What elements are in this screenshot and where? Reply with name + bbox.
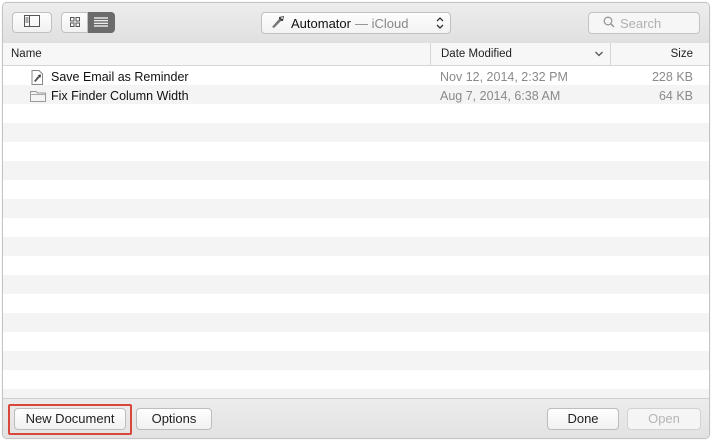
file-size: 228 KB xyxy=(651,70,693,84)
dialog-footer: New Document Options Done Open xyxy=(3,398,709,438)
search-field[interactable]: Search xyxy=(588,12,700,34)
file-name: Save Email as Reminder xyxy=(51,70,189,84)
file-name: Fix Finder Column Width xyxy=(51,89,189,103)
file-date-modified: Nov 12, 2014, 2:32 PM xyxy=(440,70,568,84)
list-view-button[interactable] xyxy=(88,12,115,33)
done-button[interactable]: Done xyxy=(547,408,619,430)
location-name: Automator xyxy=(291,15,351,31)
location-popup-button[interactable]: Automator — iCloud xyxy=(261,12,451,34)
toolbar: Automator — iCloud Search xyxy=(3,3,709,44)
open-button[interactable]: Open xyxy=(627,408,701,430)
new-document-button[interactable]: New Document xyxy=(14,408,126,430)
up-down-chevron-icon xyxy=(436,16,444,33)
column-header-date-label: Date Modified xyxy=(441,48,512,60)
file-row-save-email[interactable]: Save Email as Reminder Nov 12, 2014, 2:3… xyxy=(3,68,709,87)
search-icon xyxy=(603,16,620,31)
list-icon xyxy=(94,16,108,30)
automator-robot-icon xyxy=(270,15,286,32)
file-list: Save Email as Reminder Nov 12, 2014, 2:3… xyxy=(3,66,709,398)
grid-icon xyxy=(69,16,80,30)
column-header-size[interactable]: Size xyxy=(610,43,709,65)
view-mode-segmented-control xyxy=(61,12,115,33)
search-placeholder: Search xyxy=(620,15,662,31)
sidebar-toggle-button[interactable] xyxy=(12,12,52,33)
options-button[interactable]: Options xyxy=(136,408,212,430)
file-row-fix-finder[interactable]: Fix Finder Column Width Aug 7, 2014, 6:3… xyxy=(3,87,709,106)
file-date-modified: Aug 7, 2014, 6:38 AM xyxy=(440,89,561,103)
column-header: Name Date Modified Size xyxy=(3,43,709,66)
icon-view-button[interactable] xyxy=(61,12,88,33)
column-header-name[interactable]: Name xyxy=(11,43,42,65)
sidebar-icon xyxy=(24,15,40,30)
column-header-date-modified[interactable]: Date Modified xyxy=(430,43,610,65)
location-cloud-label: — iCloud xyxy=(354,15,409,31)
file-size: 64 KB xyxy=(658,89,693,103)
open-dialog-window: Automator — iCloud Search Name Date Modi… xyxy=(2,2,710,439)
folder-icon xyxy=(30,89,46,108)
